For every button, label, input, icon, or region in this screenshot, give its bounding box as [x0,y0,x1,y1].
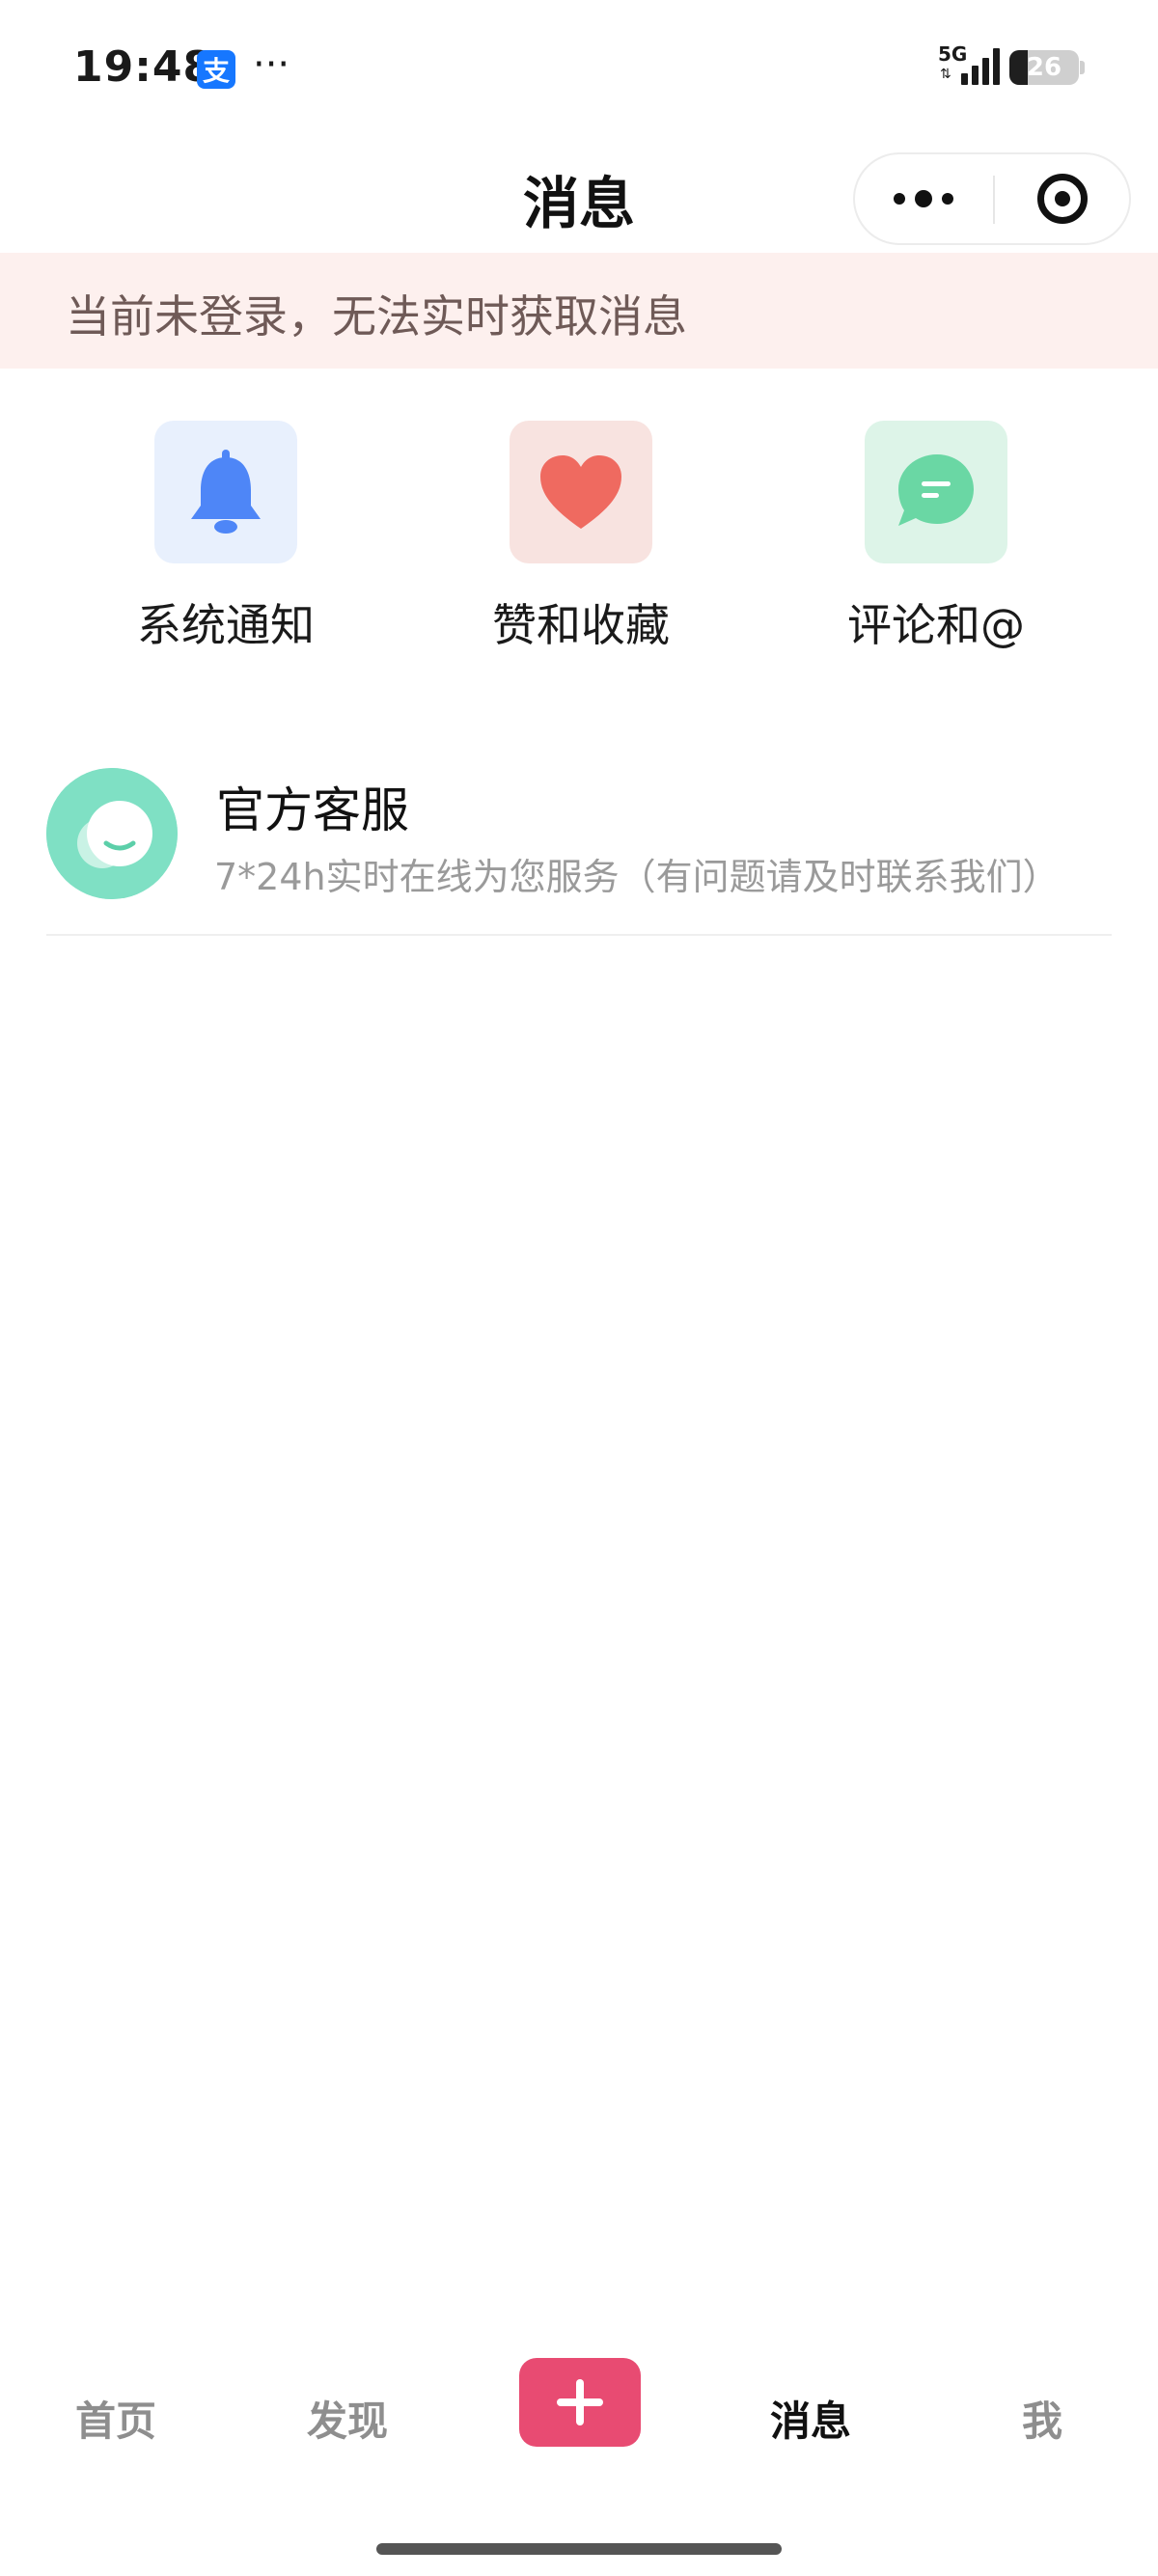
nav-bar: 消息 [0,145,1158,251]
official-service-item[interactable]: 官方客服 7*24h实时在线为您服务（有问题请及时联系我们） [46,753,1112,936]
category-icon-box [865,421,1007,563]
battery-level: 26 [1026,53,1062,82]
battery-icon: 26 [1009,50,1079,85]
category-icon-box [154,421,297,563]
status-overflow-icon: ··· [253,42,290,87]
status-time: 19:48 [73,42,214,92]
service-avatar [46,768,178,899]
tab-discover[interactable]: 发现 [270,2389,425,2448]
network-arrows-icon: ⇅ [940,67,951,82]
login-banner-text: 当前未登录，无法实时获取消息 [66,290,687,343]
category-label: 评论和@ [847,599,1025,651]
login-banner[interactable]: 当前未登录，无法实时获取消息 [0,253,1158,369]
service-title: 官方客服 [216,782,409,838]
tab-home[interactable]: 首页 [39,2389,193,2448]
battery-tip [1080,61,1085,74]
smile-chat-icon [46,768,178,899]
home-indicator [376,2543,782,2555]
category-icon-box [510,421,652,563]
category-comments-mentions[interactable]: 评论和@ [797,421,1048,652]
chat-bubble-icon [898,454,974,526]
category-label: 赞和收藏 [492,599,670,651]
signal-icon [961,48,1000,85]
tab-messages[interactable]: 消息 [733,2389,888,2448]
target-icon [1037,174,1088,224]
heart-icon [540,455,621,529]
tab-me[interactable]: 我 [965,2389,1119,2448]
more-options-button[interactable] [855,154,992,243]
service-description: 7*24h实时在线为您服务（有问题请及时联系我们） [214,856,1060,898]
category-likes-favorites[interactable]: 赞和收藏 [442,421,693,652]
miniprogram-capsule [853,152,1131,245]
category-system-notification[interactable]: 系统通知 [87,421,338,652]
plus-icon [557,2379,603,2425]
message-screen: 19:48 支 ··· 5G ⇅ 26 消息 当前未登录，无法实时获取消息 系统… [0,0,1158,2576]
alipay-icon: 支 [197,50,235,89]
close-miniprogram-button[interactable] [995,154,1130,243]
status-bar: 19:48 支 ··· 5G ⇅ 26 [0,0,1158,135]
bell-icon [191,450,261,534]
category-label: 系统通知 [137,599,315,651]
tab-bar: 首页 发现 消息 我 [0,2335,1158,2489]
publish-button[interactable] [519,2358,641,2447]
